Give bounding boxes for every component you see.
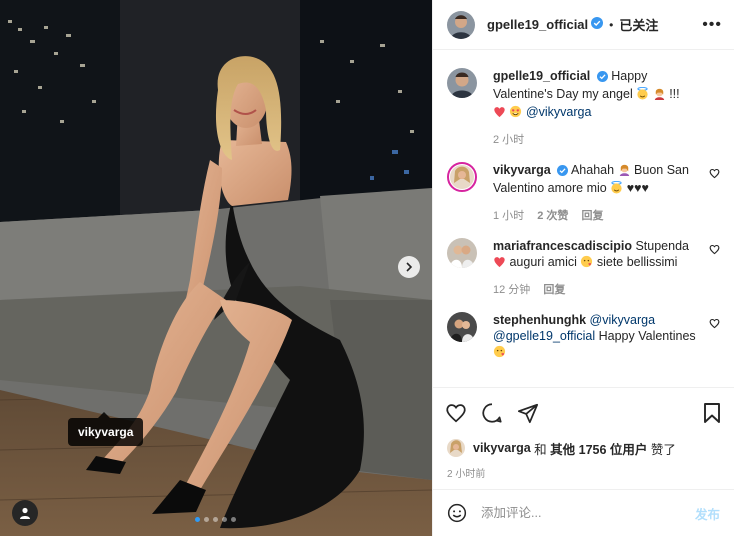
carousel-dot	[231, 517, 236, 522]
caption-time[interactable]: 2 小时	[493, 134, 524, 146]
person-tipping-hand-emoji-icon	[618, 163, 631, 180]
comment-meta: 12 分钟 回复	[493, 282, 705, 298]
comment-avatar[interactable]	[447, 238, 477, 268]
comment-reply-button[interactable]: 回复	[543, 284, 565, 296]
comment-time[interactable]: 1 小时	[493, 210, 524, 222]
heart-icon[interactable]	[709, 318, 720, 329]
heart-icon[interactable]	[445, 402, 467, 424]
carousel-dot	[195, 517, 200, 522]
post-sidebar: gpelle19_official • 已关注 ••• gpelle19_off…	[432, 0, 734, 536]
follow-status-button[interactable]: 已关注	[619, 15, 658, 34]
caption-avatar[interactable]	[447, 68, 477, 98]
chevron-right-icon	[406, 262, 413, 272]
comment-mention-link[interactable]: @vikyvarga	[590, 313, 656, 327]
carousel-dot	[213, 517, 218, 522]
carousel-next-button[interactable]	[398, 256, 420, 278]
post-timestamp[interactable]: 2 小时前	[433, 459, 734, 489]
comment-username[interactable]: stephenhunghk	[493, 313, 586, 327]
carousel-indicator	[195, 517, 236, 522]
post-header: gpelle19_official • 已关注 •••	[433, 0, 734, 50]
comment-text-2: auguri amici	[509, 255, 577, 269]
emoji-icon[interactable]	[447, 503, 467, 523]
comment-body: mariafrancescadiscipio Stupenda auguri a…	[493, 238, 705, 298]
bookmark-icon[interactable]	[702, 402, 722, 424]
caption-username[interactable]: gpelle19_official	[493, 69, 590, 83]
comment-body: vikyvarga Ahahah Buon San Valentino amor…	[493, 162, 705, 224]
smiling-face-halo-emoji-icon	[636, 87, 649, 104]
tagged-user-label[interactable]: vikyvarga	[68, 412, 144, 446]
comment-username[interactable]: mariafrancescadiscipio	[493, 239, 632, 253]
comment-text: Stupenda	[635, 239, 689, 253]
comment-time[interactable]: 12 分钟	[493, 284, 530, 296]
comment-body: stephenhunghk @vikyvarga @gpelle19_offic…	[493, 312, 705, 362]
comment-reply-button[interactable]: 回复	[582, 210, 604, 222]
post-actions-bar	[433, 387, 734, 437]
caption-meta: 2 小时	[493, 132, 705, 148]
carousel-dot	[222, 517, 227, 522]
more-options-button[interactable]: •••	[702, 16, 722, 34]
likes-connector: 和	[534, 442, 547, 457]
person-emoji-icon	[653, 87, 666, 104]
comment-avatar[interactable]	[447, 312, 477, 342]
comment-username[interactable]: vikyvarga	[493, 163, 551, 177]
comment-avatar[interactable]	[447, 162, 477, 192]
kissing-face-emoji-icon	[493, 345, 506, 362]
carousel-dot	[204, 517, 209, 522]
header-separator: •	[609, 17, 614, 32]
comment-input[interactable]	[481, 506, 695, 520]
instagram-post-view: vikyvarga gpelle19_official • 已关注 ••• gp…	[0, 0, 734, 536]
user-tag-icon	[20, 507, 30, 519]
smiling-face-halo-emoji-icon	[610, 181, 623, 198]
post-comment-button[interactable]: 发布	[695, 504, 720, 523]
liker-username[interactable]: vikyvarga	[473, 441, 531, 455]
heart-icon[interactable]	[709, 168, 720, 179]
caption-exclamation: !!!	[669, 87, 680, 101]
show-tags-button[interactable]	[12, 500, 38, 526]
verified-badge-icon	[596, 70, 608, 86]
comment-item: stephenhunghk @vikyvarga @gpelle19_offic…	[447, 312, 720, 362]
post-media[interactable]: vikyvarga	[0, 0, 432, 536]
post-caption: gpelle19_official Happy Valentine's Day …	[447, 68, 720, 148]
heart-eyes-emoji-icon	[509, 105, 522, 122]
likes-summary: vikyvarga 和 其他 1756 位用户 赞了	[433, 437, 734, 459]
comment-mention-link[interactable]: @gpelle19_official	[493, 329, 595, 343]
comment-meta: 1 小时 2 次赞 回复	[493, 208, 705, 224]
comment-composer: 发布	[433, 489, 734, 536]
verified-badge-icon	[557, 164, 569, 180]
author-avatar[interactable]	[447, 10, 475, 39]
post-photo	[0, 0, 432, 536]
heart-emoji-icon	[493, 106, 506, 122]
comment-hearts: ♥♥♥	[626, 181, 649, 195]
author-username[interactable]: gpelle19_official	[487, 17, 588, 32]
comment-text-3: siete bellissimi	[596, 255, 678, 269]
comment-text: Happy Valentines	[598, 329, 696, 343]
caption-mention-link[interactable]: @vikyvarga	[526, 105, 592, 119]
share-icon[interactable]	[517, 402, 539, 424]
comment-item: vikyvarga Ahahah Buon San Valentino amor…	[447, 162, 720, 224]
likes-others-link[interactable]: 其他 1756 位用户	[550, 439, 647, 458]
heart-icon[interactable]	[709, 244, 720, 255]
comment-text: Ahahah	[570, 163, 615, 177]
comment-item: mariafrancescadiscipio Stupenda auguri a…	[447, 238, 720, 298]
liker-avatar[interactable]	[447, 439, 465, 457]
comment-likes-count[interactable]: 2 次赞	[537, 210, 568, 222]
caption-body: gpelle19_official Happy Valentine's Day …	[493, 68, 705, 148]
kissing-face-emoji-icon	[580, 255, 593, 272]
verified-badge-icon	[591, 17, 604, 32]
heart-emoji-icon	[493, 256, 506, 272]
comment-icon[interactable]	[481, 402, 503, 424]
comments-list[interactable]: gpelle19_official Happy Valentine's Day …	[433, 50, 734, 387]
likes-suffix: 赞了	[650, 442, 676, 457]
